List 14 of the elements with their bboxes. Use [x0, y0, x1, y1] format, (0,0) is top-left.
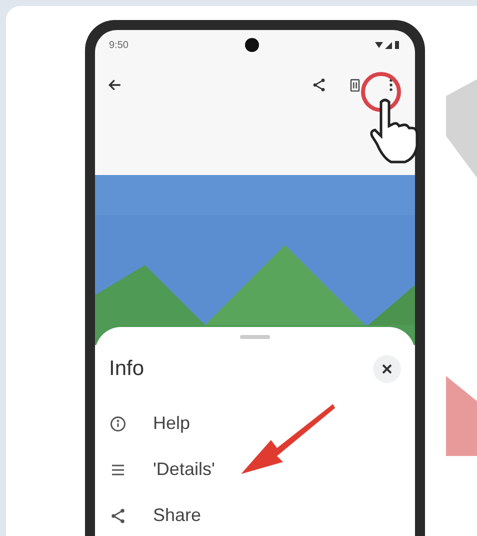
status-icons — [375, 40, 401, 50]
menu-item[interactable]: Share — [109, 492, 401, 536]
close-button[interactable] — [373, 354, 401, 383]
close-icon — [381, 362, 393, 375]
info-icon — [109, 414, 127, 432]
status-time: 9:50 — [109, 38, 128, 52]
drag-handle[interactable] — [240, 335, 270, 339]
sheet-title: Info — [109, 356, 144, 382]
menu-item[interactable]: 'Details' — [109, 446, 401, 492]
share-icon — [109, 506, 127, 524]
share-icon[interactable] — [311, 77, 327, 93]
back-icon[interactable] — [107, 77, 123, 93]
camera-icon — [245, 38, 259, 52]
menu-item[interactable]: Help — [109, 400, 401, 446]
